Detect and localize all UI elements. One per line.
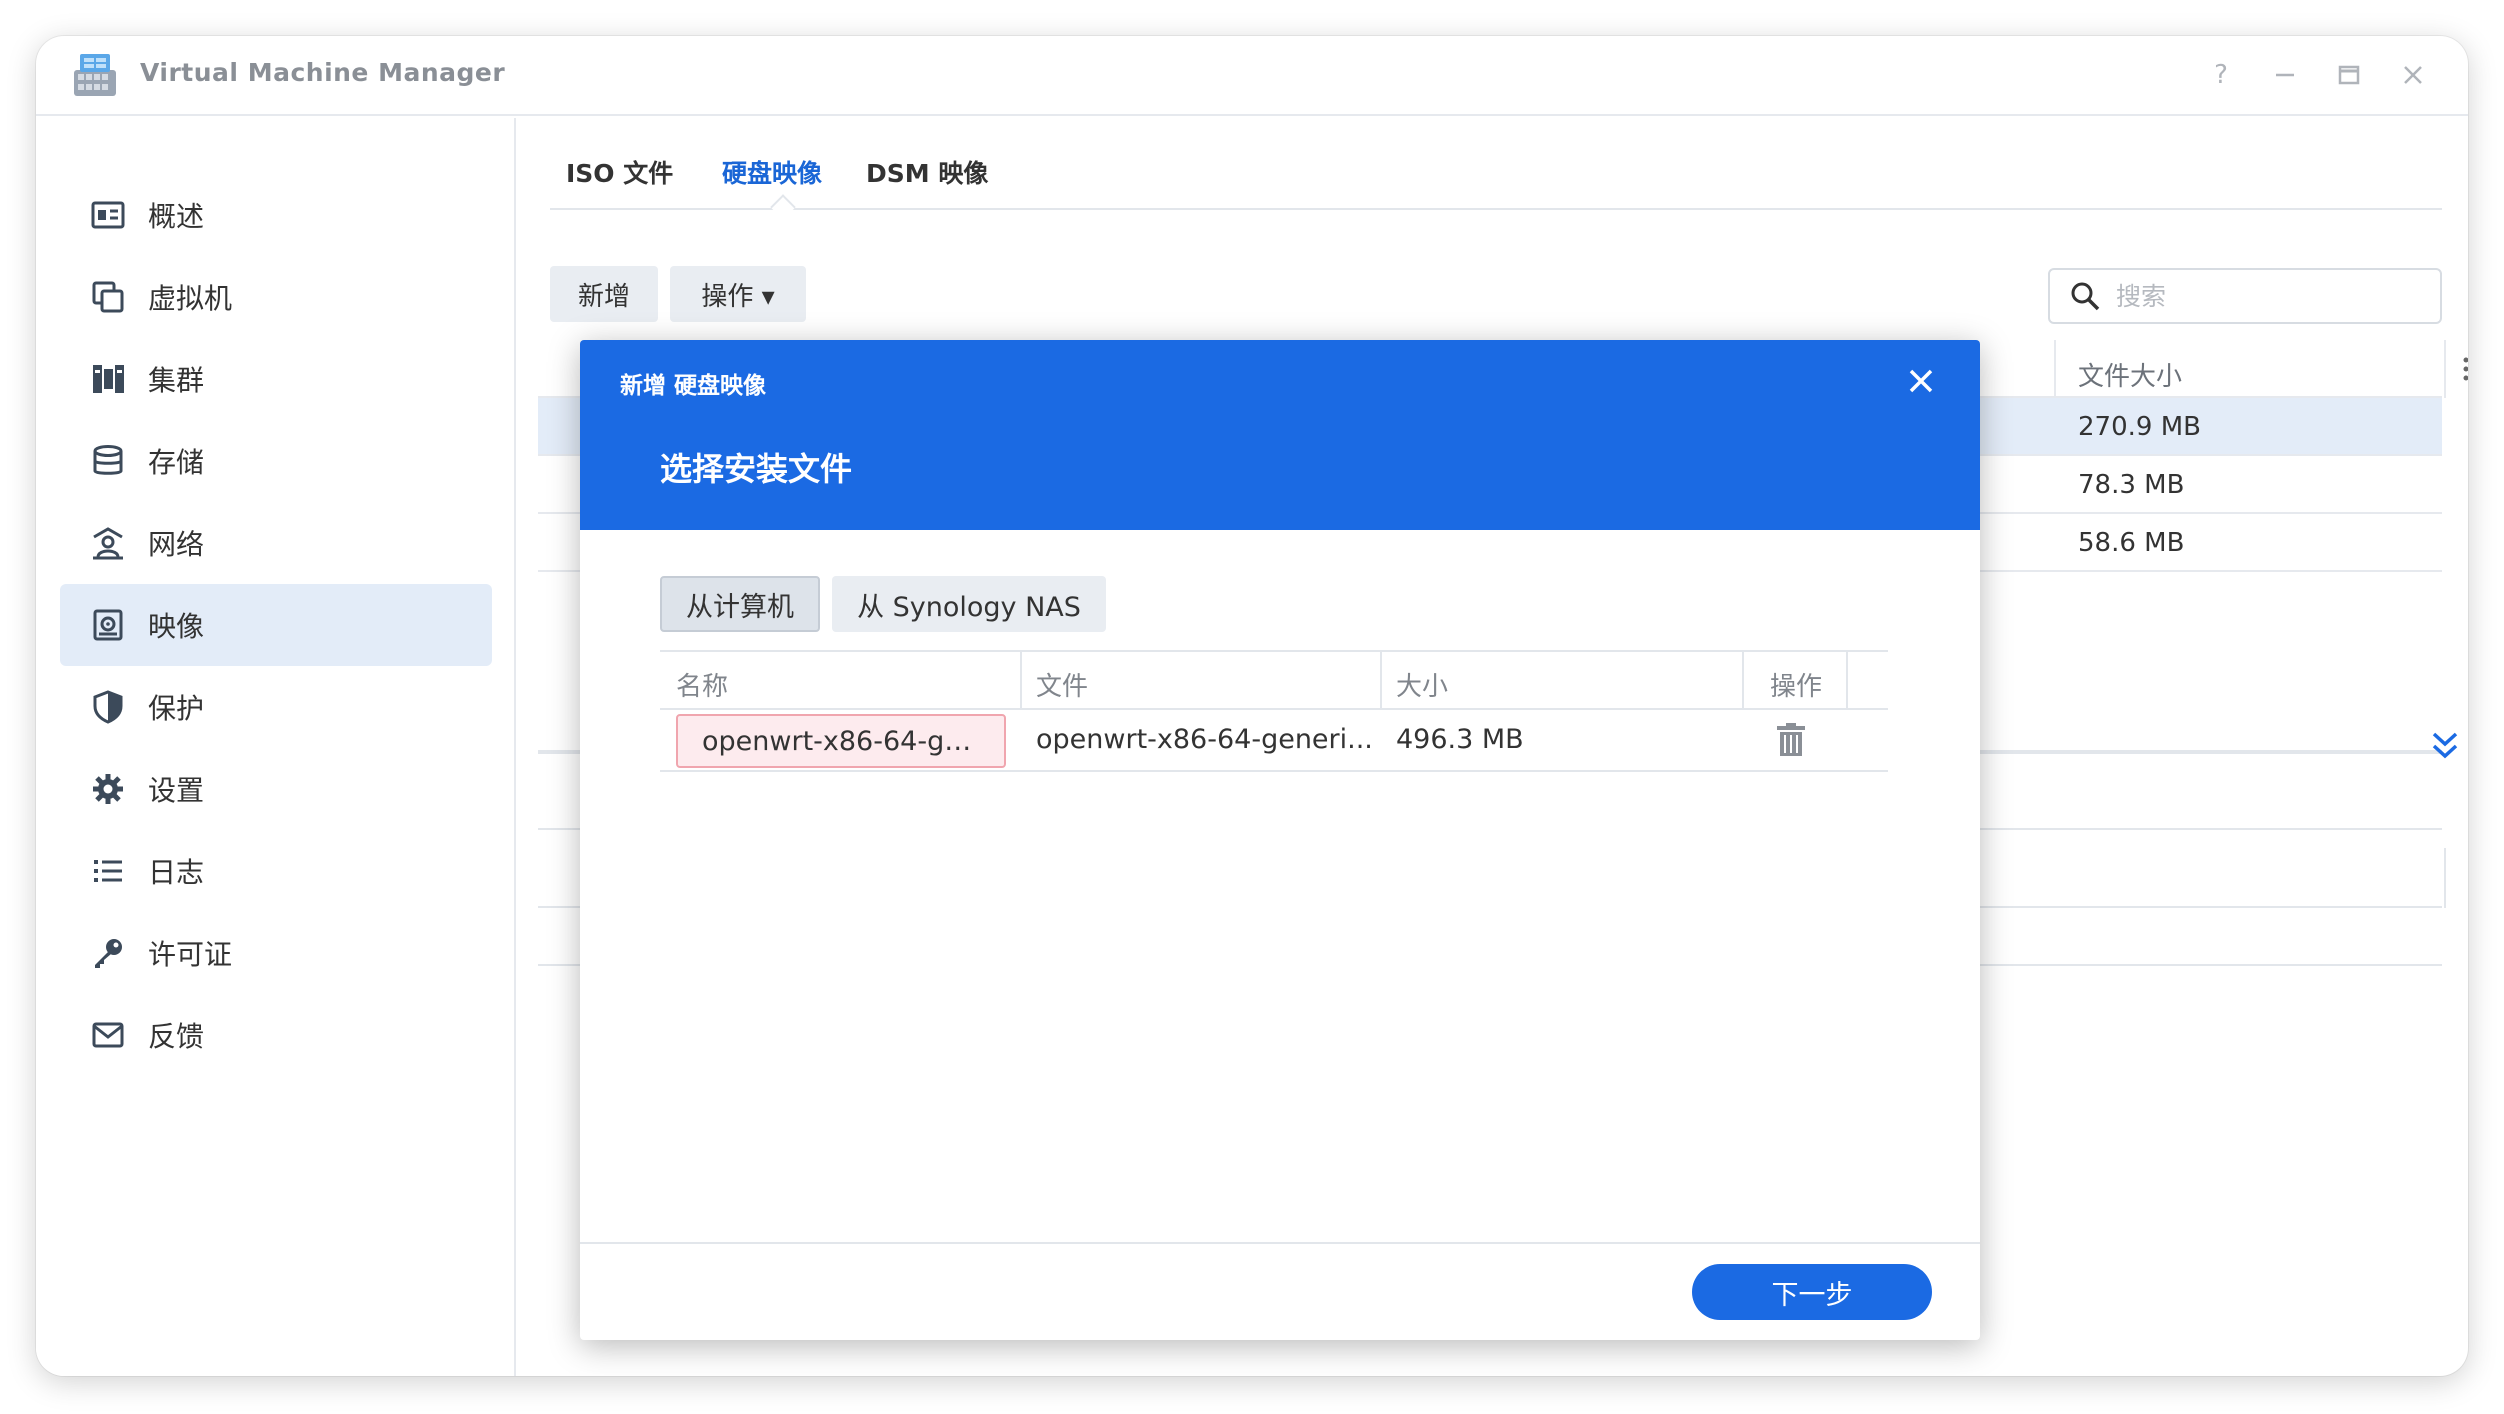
sidebar-item-label: 保护 [148, 692, 205, 725]
window-controls: ? [2206, 60, 2428, 90]
column-separator [2444, 340, 2446, 398]
vm-icon [92, 281, 124, 313]
sidebar-item-label: 网络 [148, 528, 205, 561]
maximize-icon[interactable] [2334, 60, 2364, 90]
dialog-step-title: 选择安装文件 [660, 450, 853, 488]
trash-icon[interactable] [1774, 722, 1808, 758]
table-cell-file: openwrt-x86-64-generi... [1036, 724, 1373, 755]
search-input[interactable] [2116, 281, 2416, 311]
tab-disk-image[interactable]: 硬盘映像 [722, 154, 822, 190]
sidebar-item-label: 集群 [148, 364, 205, 397]
list-icon [94, 860, 122, 882]
sidebar-item-protection[interactable]: 保护 [60, 666, 492, 748]
column-menu-icon[interactable] [2462, 356, 2468, 382]
sidebar-item-label: 映像 [148, 610, 205, 643]
search-icon [2071, 282, 2100, 311]
search-box[interactable] [2048, 268, 2442, 324]
column-header-action: 操作 [1770, 672, 1823, 702]
expand-chevron-icon[interactable] [2430, 728, 2460, 762]
sidebar-item-network[interactable]: 网络 [60, 502, 492, 584]
add-disk-image-dialog: 新增 硬盘映像 选择安装文件 从计算机 从 Synology NAS 名称 文件… [580, 340, 1980, 1340]
sidebar-item-label: 存储 [148, 446, 205, 479]
close-icon[interactable] [1904, 364, 1938, 398]
sidebar-item-overview[interactable]: 概述 [60, 174, 492, 256]
dialog-footer: 下一步 [580, 1242, 1980, 1340]
key-icon [95, 939, 122, 968]
tab-bar: ISO 文件 硬盘映像 DSM 映像 [550, 118, 2442, 220]
sidebar-item-feedback[interactable]: 反馈 [60, 994, 492, 1076]
add-button[interactable]: 新增 [550, 266, 658, 322]
image-name-input[interactable]: openwrt-x86-64-ge... [676, 714, 1006, 768]
sidebar-item-label: 日志 [148, 856, 205, 889]
storage-icon [93, 445, 123, 475]
close-window-icon[interactable] [2398, 60, 2428, 90]
from-nas-button[interactable]: 从 Synology NAS [832, 576, 1106, 632]
app-icon [74, 54, 116, 96]
column-header-size[interactable]: 文件大小 [2078, 356, 2182, 393]
sidebar-item-image[interactable]: 映像 [60, 584, 492, 666]
overview-icon [91, 201, 125, 229]
sidebar-item-label: 许可证 [148, 938, 233, 971]
minimize-icon[interactable] [2270, 60, 2300, 90]
column-separator [2054, 340, 2056, 398]
active-tab-indicator [770, 194, 796, 220]
table-row: openwrt-x86-64-ge... openwrt-x86-64-gene… [660, 710, 1888, 772]
tab-dsm-image[interactable]: DSM 映像 [866, 154, 988, 190]
sidebar-item-vm[interactable]: 虚拟机 [60, 256, 492, 338]
sidebar-item-label: 反馈 [148, 1020, 205, 1053]
network-icon [93, 527, 123, 560]
dialog-header: 新增 硬盘映像 选择安装文件 [580, 340, 1980, 530]
dialog-title: 新增 硬盘映像 [620, 373, 767, 399]
sidebar-item-settings[interactable]: 设置 [60, 748, 492, 830]
title-bar: Virtual Machine Manager ? [36, 36, 2468, 116]
table-header: 名称 文件 大小 操作 [660, 650, 1888, 710]
table-cell-size: 78.3 MB [2078, 470, 2185, 500]
column-separator [1020, 652, 1022, 710]
next-button[interactable]: 下一步 [1692, 1264, 1932, 1320]
column-separator [1380, 652, 1382, 710]
table-cell-size: 270.9 MB [2078, 412, 2201, 442]
column-header-file: 文件 [1036, 672, 1089, 702]
column-separator [1846, 652, 1848, 710]
shield-icon [93, 690, 123, 724]
sidebar: 概述 虚拟机 集群 存储 网络 映像 保护 设置 日志 许可证 反馈 [36, 118, 516, 1376]
sidebar-item-label: 概述 [148, 200, 205, 233]
from-computer-button[interactable]: 从计算机 [660, 576, 820, 632]
column-header-name: 名称 [676, 672, 729, 702]
sidebar-item-license[interactable]: 许可证 [60, 912, 492, 994]
window-title: Virtual Machine Manager [140, 58, 506, 87]
column-separator [1742, 652, 1744, 710]
sidebar-item-label: 设置 [148, 774, 205, 807]
sidebar-item-log[interactable]: 日志 [60, 830, 492, 912]
app-window: Virtual Machine Manager ? 概述 虚拟机 集群 存储 网… [36, 36, 2468, 1376]
column-separator [2444, 848, 2446, 908]
sidebar-item-label: 虚拟机 [148, 282, 233, 315]
mail-icon [92, 1022, 124, 1048]
action-dropdown-button[interactable]: 操作 ▾ [670, 266, 806, 322]
image-icon [93, 609, 123, 641]
column-header-size: 大小 [1396, 672, 1449, 702]
table-cell-size: 58.6 MB [2078, 528, 2185, 558]
sidebar-item-cluster[interactable]: 集群 [60, 338, 492, 420]
table-cell-size: 496.3 MB [1396, 724, 1524, 755]
tab-iso[interactable]: ISO 文件 [566, 154, 673, 190]
cluster-icon [93, 365, 124, 393]
gear-icon [93, 774, 123, 804]
sidebar-item-storage[interactable]: 存储 [60, 420, 492, 502]
help-icon[interactable]: ? [2206, 60, 2236, 90]
